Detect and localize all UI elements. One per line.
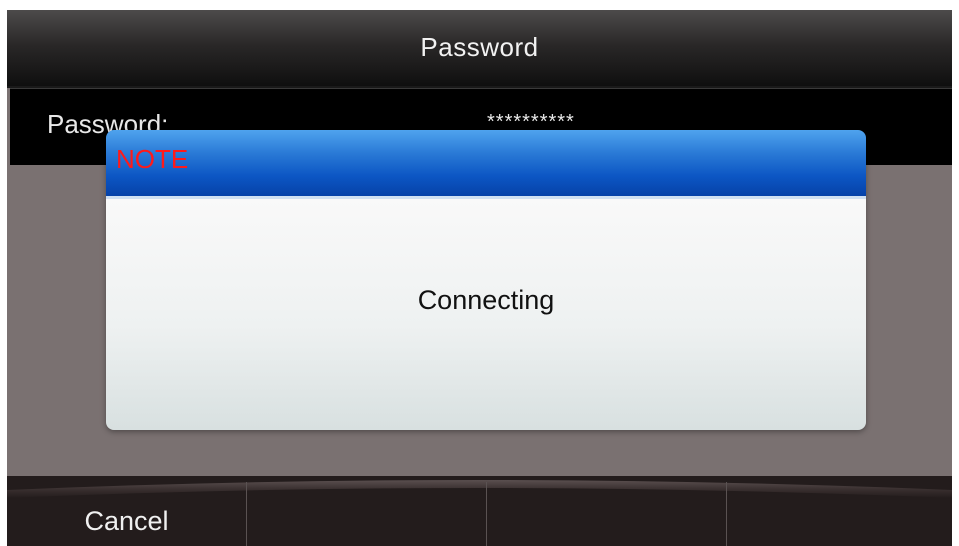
note-dialog: NOTE Connecting — [106, 130, 866, 430]
softkey-3-button[interactable] — [487, 476, 726, 546]
softkey-bar: Cancel — [7, 476, 952, 546]
phone-screen: Password Password: ********** NOTE Conne… — [7, 10, 952, 546]
softkey-4-button[interactable] — [727, 476, 952, 546]
dialog-body: Connecting — [106, 199, 866, 430]
title-bar: Password — [7, 10, 952, 88]
dialog-title: NOTE — [116, 144, 189, 174]
dialog-message: Connecting — [417, 285, 555, 315]
dialog-header: NOTE — [106, 130, 866, 199]
softkey-1-cancel-button[interactable]: Cancel — [7, 476, 246, 546]
softkey-2-button[interactable] — [247, 476, 486, 546]
page-title: Password — [420, 32, 539, 62]
softkey-1-label: Cancel — [84, 506, 169, 536]
